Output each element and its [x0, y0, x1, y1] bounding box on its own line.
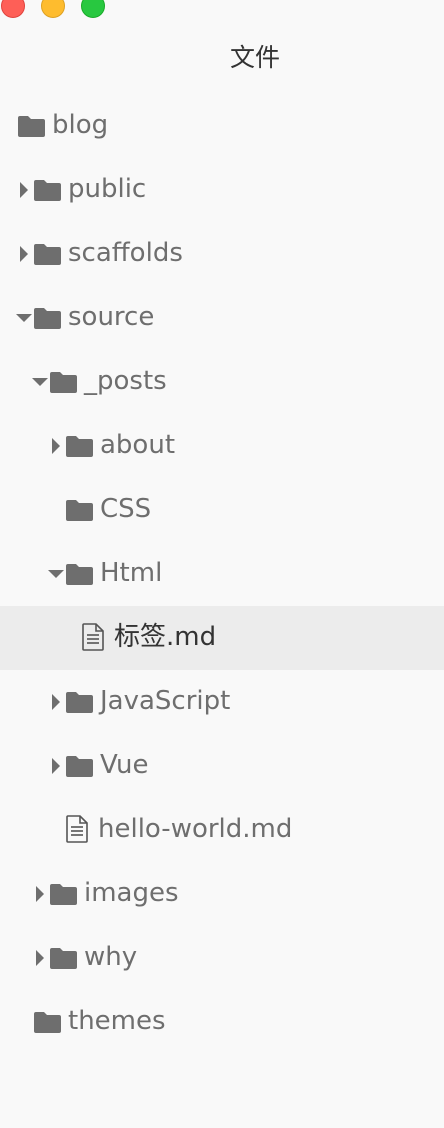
- chevron-right-icon[interactable]: [34, 950, 46, 966]
- tree-item-label: Vue: [100, 750, 149, 780]
- chevron-right-icon[interactable]: [50, 438, 62, 454]
- tree-item-label: themes: [68, 1006, 166, 1036]
- folder-row-source[interactable]: source: [0, 286, 444, 350]
- tree-item-label: scaffolds: [68, 238, 183, 268]
- tree-item-label: about: [100, 430, 176, 460]
- folder-row-why[interactable]: why: [0, 926, 444, 990]
- tree-item-label: 标签.md: [114, 622, 217, 652]
- folder-icon: [66, 755, 93, 777]
- zoom-window-button[interactable]: [81, 0, 105, 18]
- close-window-button[interactable]: [1, 0, 25, 18]
- folder-row-vue[interactable]: Vue: [0, 734, 444, 798]
- file-row-hello-world-md[interactable]: hello-world.md: [0, 798, 444, 862]
- folder-row-html[interactable]: Html: [0, 542, 444, 606]
- folder-icon: [34, 307, 61, 329]
- folder-row-public[interactable]: public: [0, 158, 444, 222]
- folder-icon: [66, 499, 93, 521]
- folder-row-scaffolds[interactable]: scaffolds: [0, 222, 444, 286]
- chevron-right-icon[interactable]: [18, 182, 30, 198]
- file-icon: [66, 815, 88, 843]
- tree-item-label: public: [68, 174, 147, 204]
- tree-item-label: images: [84, 878, 179, 908]
- minimize-window-button[interactable]: [41, 0, 65, 18]
- panel-title: 文件: [229, 43, 280, 72]
- chevron-right-icon[interactable]: [50, 694, 62, 710]
- chevron-right-icon[interactable]: [18, 246, 30, 262]
- chevron-down-icon[interactable]: [16, 312, 32, 328]
- chevron-right-icon[interactable]: [50, 758, 62, 774]
- folder-icon: [34, 243, 61, 265]
- folder-icon: [34, 179, 61, 201]
- tree-item-label: blog: [52, 110, 109, 140]
- tree-item-label: source: [68, 302, 155, 332]
- tree-item-label: _posts: [84, 366, 167, 396]
- folder-row-themes[interactable]: themes: [0, 990, 444, 1054]
- folder-row-css[interactable]: CSS: [0, 478, 444, 542]
- folder-icon: [66, 691, 93, 713]
- folder-row-javascript[interactable]: JavaScript: [0, 670, 444, 734]
- file-tree: blog public scaffolds source _postsabout CSS H…: [0, 94, 444, 1054]
- tree-item-label: CSS: [100, 494, 152, 524]
- folder-icon: [50, 371, 77, 393]
- window-controls: [0, 0, 120, 18]
- folder-icon: [34, 1011, 61, 1033]
- tree-item-label: JavaScript: [100, 686, 231, 716]
- file-icon: [82, 623, 104, 651]
- chevron-down-icon[interactable]: [32, 376, 48, 392]
- folder-row-images[interactable]: images: [0, 862, 444, 926]
- chevron-down-icon[interactable]: [48, 568, 64, 584]
- folder-icon: [66, 435, 93, 457]
- tree-item-label: why: [84, 942, 138, 972]
- tree-item-label: hello-world.md: [98, 814, 293, 844]
- folder-icon: [50, 883, 77, 905]
- chevron-right-icon[interactable]: [34, 886, 46, 902]
- folder-row-blog[interactable]: blog: [0, 94, 444, 158]
- folder-icon: [18, 115, 45, 137]
- file-row-标签-md[interactable]: 标签.md: [0, 606, 444, 670]
- folder-row-posts[interactable]: _posts: [0, 350, 444, 414]
- folder-icon: [66, 563, 93, 585]
- folder-icon: [50, 947, 77, 969]
- tree-item-label: Html: [100, 558, 163, 588]
- folder-row-about[interactable]: about: [0, 414, 444, 478]
